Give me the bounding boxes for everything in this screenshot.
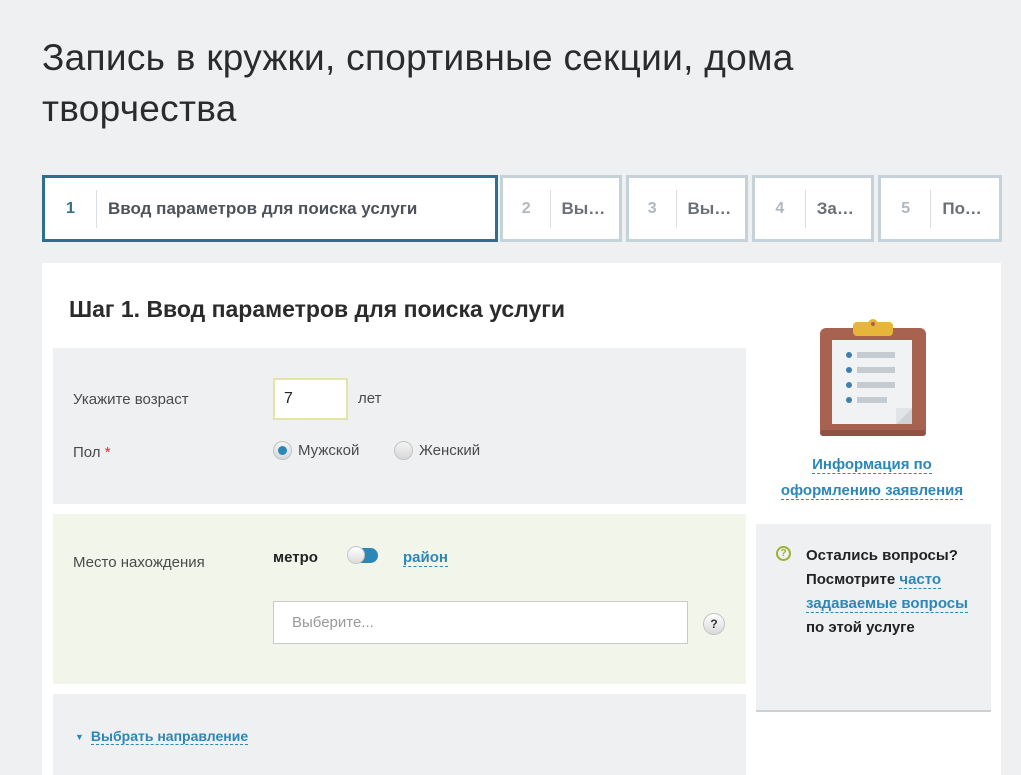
direction-section: ▼ Выбрать направление [53,694,746,775]
choose-direction-link[interactable]: ▼ Выбрать направление [75,728,249,745]
faq-text-after: по этой услуге [806,619,915,636]
faq-box: ? Остались вопросы? Посмотрите часто зад… [756,524,991,712]
steps-bar: 1 Ввод параметров для поиска услуги 2 Вы… [42,175,1002,242]
location-section: Место нахождения метро район Выберите...… [53,514,746,684]
application-info-link[interactable]: Информация по оформлению заявления [767,452,977,504]
step-number: 5 [881,189,932,228]
info-link-line2: оформлению заявления [780,482,964,500]
age-label: Укажите возраст [73,391,189,408]
step-label: Ввод параметров для поиска услуги [108,198,418,218]
step-5[interactable]: 5 Под… [878,175,1002,242]
main-card: Шаг 1. Ввод параметров для поиска услуги… [42,263,1001,775]
radio-label: Женский [419,442,481,459]
info-link-line1: Информация по [812,456,932,474]
step-4[interactable]: 4 Зап… [752,175,874,242]
step-label: Выб… [561,198,616,218]
step-label: Зап… [816,198,865,218]
location-toggle[interactable] [347,546,378,564]
required-mark: * [104,444,111,461]
faq-text: Остались вопросы? Посмотрите часто задав… [806,544,976,640]
gender-label: Пол * [73,444,111,461]
location-select[interactable]: Выберите... [273,601,688,644]
radio-label: Мужской [298,442,360,459]
caret-down-icon: ▼ [75,731,84,742]
toggle-knob[interactable] [347,546,365,564]
step-label: Под… [942,198,993,218]
age-unit: лет [358,390,382,407]
step-1[interactable]: 1 Ввод параметров для поиска услуги [42,175,498,242]
gender-radio-male[interactable]: Мужской [273,441,359,460]
gender-label-text: Пол [73,444,101,461]
faq-link-word3[interactable]: вопросы [901,595,968,613]
faq-link-word2[interactable]: задаваемые [806,595,898,613]
step-heading: Шаг 1. Ввод параметров для поиска услуги [69,296,565,322]
radio-button[interactable] [394,441,413,460]
location-label: Место нахождения [73,554,205,571]
choose-direction-text: Выбрать направление [90,728,249,745]
toggle-metro-label: метро [273,549,318,566]
step-number: 3 [629,189,677,228]
params-section: Укажите возраст 7 лет Пол * Мужской Женс… [53,348,746,504]
step-2[interactable]: 2 Выб… [500,175,622,242]
clipboard-icon [818,318,928,438]
step-3[interactable]: 3 Выб… [626,175,748,242]
step-number: 4 [755,189,806,228]
faq-link-word1[interactable]: часто [899,571,942,589]
help-icon[interactable]: ? [703,613,725,635]
page-title: Запись в кружки, спортивные секции, дома… [42,37,794,129]
toggle-district-link[interactable]: район [403,549,448,567]
question-icon: ? [776,546,791,561]
step-label: Выб… [687,198,742,218]
radio-button-checked[interactable] [273,441,292,460]
age-input[interactable]: 7 [273,378,348,420]
gender-radio-female[interactable]: Женский [394,441,480,460]
step-number: 2 [503,189,551,228]
step-number: 1 [45,189,97,228]
